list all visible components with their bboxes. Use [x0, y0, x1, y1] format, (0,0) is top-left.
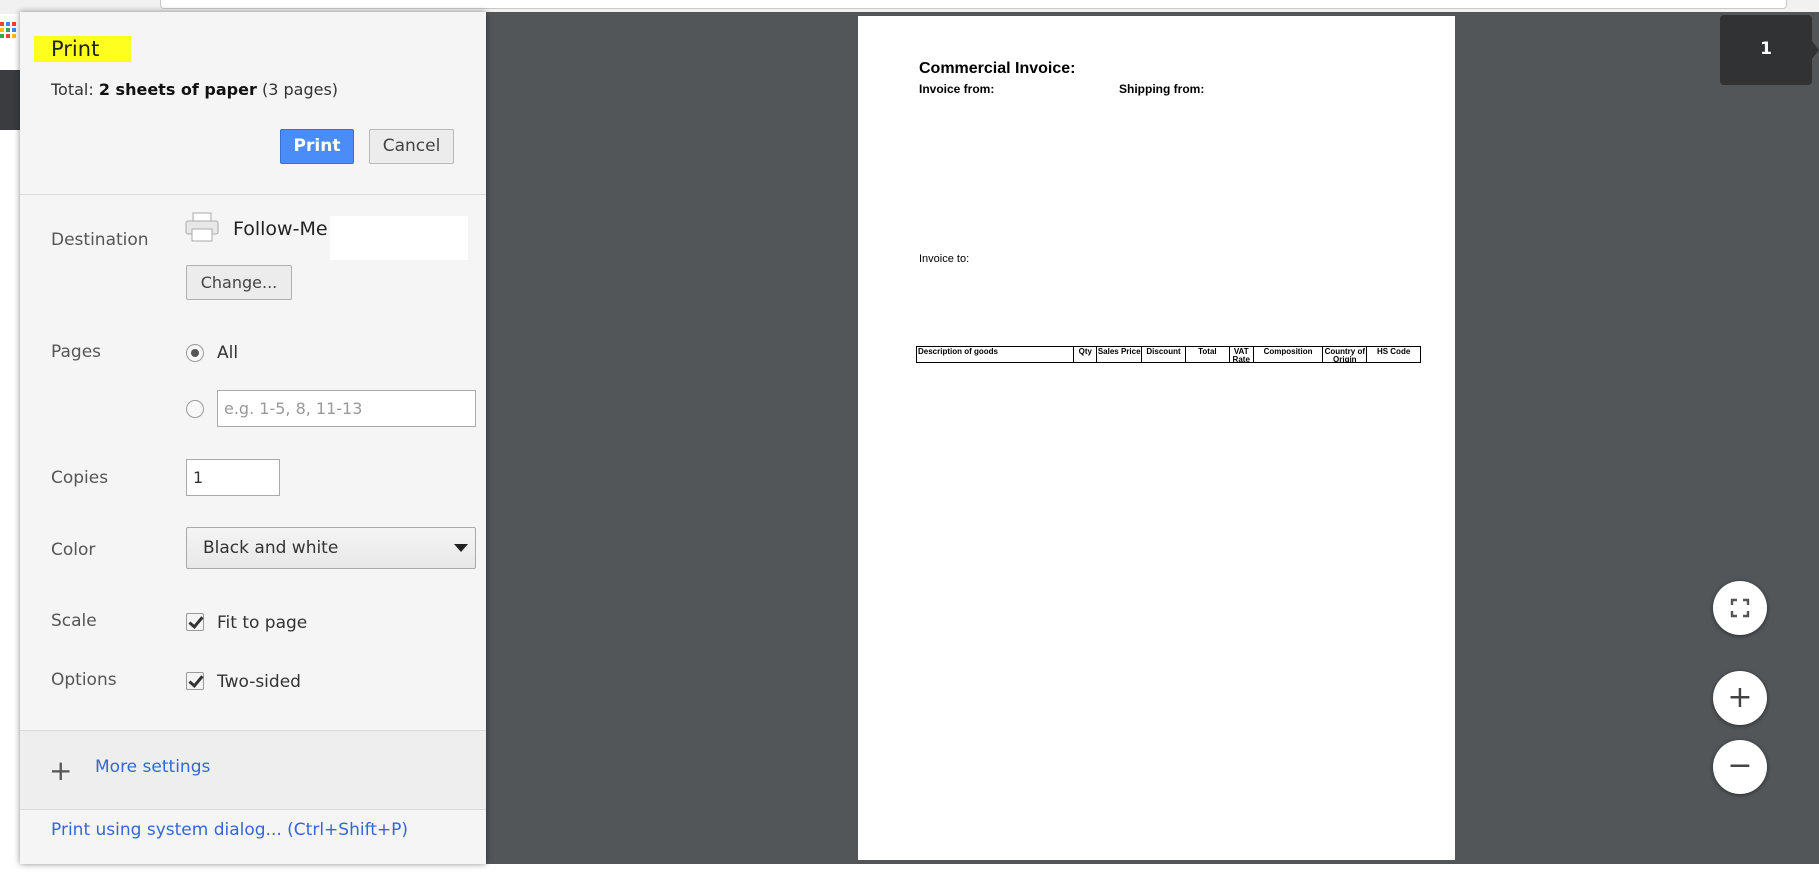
invoice-from-label: Invoice from:: [919, 82, 995, 96]
color-select[interactable]: Black and white: [186, 527, 476, 569]
destination-redaction: [330, 216, 468, 260]
destination-label: Destination: [51, 230, 149, 250]
color-select-value: Black and white: [203, 538, 339, 558]
pages-range-input[interactable]: [217, 390, 476, 427]
page-title: Print: [51, 37, 100, 61]
sheet-summary: Total: 2 sheets of paper (3 pages): [51, 80, 338, 99]
print-settings-panel: Print Total: 2 sheets of paper (3 pages)…: [20, 12, 486, 864]
background-page-table: [325, 863, 1520, 874]
divider: [20, 194, 486, 195]
zoom-in-button[interactable]: +: [1713, 671, 1767, 725]
page-number-indicator: 1: [1720, 15, 1812, 85]
color-label: Color: [51, 540, 96, 560]
table-header-cell: Composition: [1254, 347, 1324, 362]
invoice-table-header: Description of goods Qty Sales Price Dis…: [916, 346, 1421, 363]
printer-icon: [185, 212, 219, 242]
invoice-to-label: Invoice to:: [919, 253, 970, 265]
table-header-cell: Qty: [1074, 347, 1098, 362]
more-settings-link[interactable]: More settings: [95, 757, 210, 777]
table-header-cell: Sales Price: [1097, 347, 1143, 362]
fit-to-page-checkbox[interactable]: [186, 613, 204, 631]
cancel-button[interactable]: Cancel: [369, 129, 454, 164]
scale-label: Scale: [51, 611, 97, 631]
copies-input[interactable]: [186, 459, 280, 496]
change-destination-button[interactable]: Change...: [186, 265, 292, 300]
address-bar[interactable]: [160, 0, 1787, 9]
system-dialog-link[interactable]: Print using system dialog... (Ctrl+Shift…: [51, 820, 408, 840]
options-label: Options: [51, 670, 117, 690]
pages-label: Pages: [51, 342, 102, 362]
summary-sheets: 2 sheets of paper: [98, 80, 257, 99]
pages-all-radio[interactable]: [186, 344, 204, 362]
shipping-from-label: Shipping from:: [1119, 82, 1205, 96]
zoom-out-icon: −: [1727, 748, 1753, 783]
chevron-down-icon: [454, 544, 468, 552]
print-button[interactable]: Print: [280, 129, 354, 164]
fit-to-page-button[interactable]: [1713, 581, 1767, 635]
invoice-title: Commercial Invoice:: [919, 60, 1076, 77]
table-header-cell: Discount: [1142, 347, 1186, 362]
page-number-pointer: [1811, 40, 1819, 60]
more-settings-row[interactable]: + More settings: [20, 730, 486, 810]
background-page-element: [0, 70, 20, 130]
summary-prefix: Total:: [51, 80, 99, 99]
zoom-out-button[interactable]: −: [1713, 740, 1767, 794]
table-header-cell: Country of Origin: [1323, 347, 1368, 362]
fit-to-page-label: Fit to page: [217, 613, 308, 633]
preview-page: Commercial Invoice: Invoice from: Shippi…: [858, 16, 1455, 860]
zoom-in-icon: +: [1727, 680, 1753, 715]
copies-label: Copies: [51, 468, 109, 488]
table-header-cell: Total: [1186, 347, 1230, 362]
pages-all-label: All: [217, 343, 239, 363]
summary-pages: (3 pages): [261, 80, 339, 99]
table-header-cell: HS Code: [1376, 347, 1411, 356]
destination-name: Follow-Me: [233, 218, 328, 240]
table-header-cell: Description of goods: [917, 347, 1075, 362]
plus-icon: +: [49, 754, 73, 787]
pages-custom-radio[interactable]: [186, 400, 204, 418]
apps-grid-icon[interactable]: [0, 20, 20, 40]
fit-to-page-icon: [1730, 598, 1750, 618]
print-preview-area: Commercial Invoice: Invoice from: Shippi…: [486, 12, 1819, 864]
table-header-cell: VAT Rate: [1230, 347, 1254, 362]
two-sided-label: Two-sided: [217, 672, 301, 692]
two-sided-checkbox[interactable]: [186, 672, 204, 690]
